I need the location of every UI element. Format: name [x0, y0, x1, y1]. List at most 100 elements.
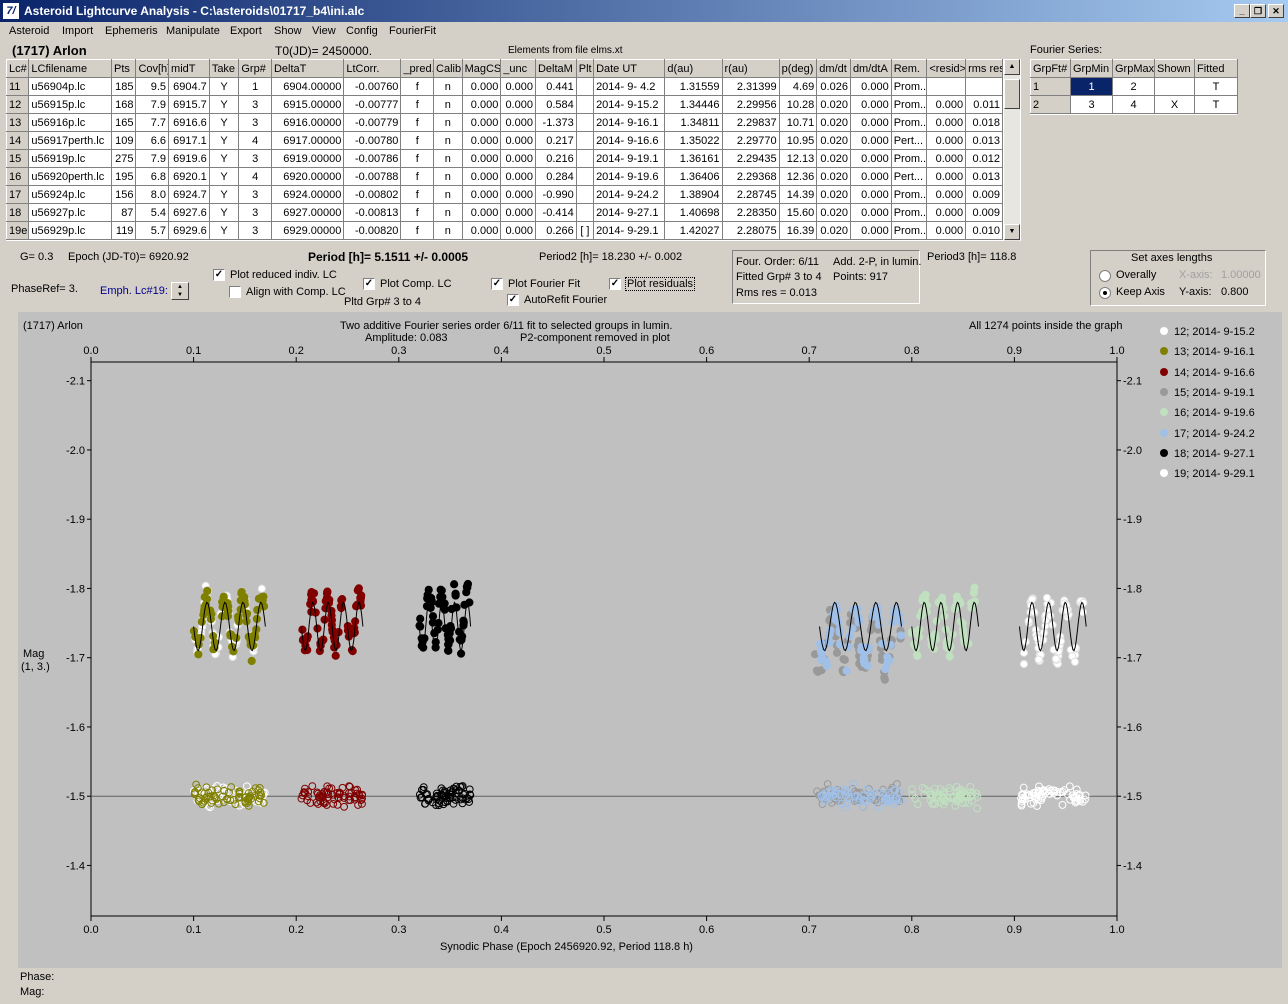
table-cell[interactable]: 0.000 [500, 185, 536, 204]
table-cell[interactable]: 0.026 [816, 77, 851, 96]
menu-show[interactable]: Show [274, 25, 302, 37]
table-cell[interactable]: 0.018 [965, 113, 1003, 132]
table-cell[interactable]: 6916.00000 [270, 113, 345, 132]
menu-import[interactable]: Import [62, 25, 93, 37]
table-cell[interactable]: 0.000 [849, 113, 892, 132]
table-cell[interactable]: -0.00777 [343, 95, 402, 114]
table-cell[interactable]: 10.71 [778, 113, 818, 132]
table-cell[interactable]: 1 [238, 77, 272, 96]
table-cell[interactable]: 0.000 [926, 203, 967, 222]
autorefit-checkbox[interactable]: ✓ [507, 294, 519, 306]
fourier-cell[interactable]: T [1194, 77, 1238, 96]
table-cell[interactable]: 165 [110, 113, 137, 132]
menu-fourierfit[interactable]: FourierFit [389, 25, 436, 37]
table-cell[interactable]: 0.020 [816, 167, 851, 186]
table-cell[interactable]: f [400, 95, 435, 114]
table-cell[interactable]: 168 [110, 95, 137, 114]
table-cell[interactable]: 2014- 9-24.2 [593, 185, 666, 204]
table-cell[interactable]: f [400, 149, 435, 168]
table-cell[interactable]: 1.31559 [664, 77, 723, 96]
lc-col-header[interactable]: <resid> [926, 59, 967, 78]
table-cell[interactable]: 4 [238, 131, 272, 150]
table-cell[interactable]: 0.000 [461, 185, 502, 204]
table-cell[interactable]: 3 [238, 221, 272, 240]
table-cell[interactable]: 185 [110, 77, 137, 96]
restore-button[interactable]: ❐ [1250, 4, 1266, 18]
plot-reduced-checkbox[interactable]: ✓ [213, 269, 225, 281]
table-cell[interactable]: 0.000 [461, 149, 502, 168]
table-cell[interactable]: 0.000 [500, 131, 536, 150]
table-cell[interactable]: 0.000 [461, 203, 502, 222]
table-cell[interactable]: u56927p.lc [28, 203, 112, 222]
table-cell[interactable]: n [433, 221, 463, 240]
table-cell[interactable] [926, 77, 967, 96]
table-cell[interactable]: 2.29368 [721, 167, 780, 186]
table-cell[interactable]: u56916p.lc [28, 113, 112, 132]
table-cell[interactable]: 16.39 [778, 221, 818, 240]
table-row[interactable]: 12 u56915p.lc 168 7.9 6915.7 Y 3 6915.00000 -0.0… [6, 95, 1003, 114]
menu-ephemeris[interactable]: Ephemeris [105, 25, 158, 37]
table-cell[interactable] [575, 203, 595, 222]
table-cell[interactable]: 19e [6, 221, 30, 240]
table-cell[interactable]: 2.31399 [721, 77, 780, 96]
table-cell[interactable]: 0.000 [500, 149, 536, 168]
table-cell[interactable]: [ ] [575, 221, 595, 240]
table-cell[interactable]: Prom... [890, 77, 928, 96]
lc-col-header[interactable]: Calib. [433, 59, 463, 78]
lc-col-header[interactable]: LCfilename [28, 59, 112, 78]
table-cell[interactable]: 6917.00000 [270, 131, 345, 150]
lc-col-header[interactable]: DeltaT [270, 59, 345, 78]
lc-col-header[interactable]: midT [168, 59, 210, 78]
table-cell[interactable]: 6924.00000 [270, 185, 345, 204]
fourier-cell[interactable]: 2 [1112, 77, 1155, 96]
table-cell[interactable]: f [400, 113, 435, 132]
keep-axis-radio[interactable] [1099, 287, 1111, 299]
table-cell[interactable]: 0.000 [849, 203, 892, 222]
table-cell[interactable]: f [400, 167, 435, 186]
table-cell[interactable]: 0.000 [500, 221, 536, 240]
table-cell[interactable]: -0.00760 [343, 77, 402, 96]
table-cell[interactable]: u56904p.lc [28, 77, 112, 96]
table-cell[interactable]: 0.009 [965, 203, 1003, 222]
plot-fourier-checkbox[interactable]: ✓ [491, 278, 503, 290]
xaxis-value[interactable]: 1.00000 [1221, 269, 1261, 281]
table-cell[interactable]: Y [208, 149, 240, 168]
table-row[interactable]: 18 u56927p.lc 87 5.4 6927.6 Y 3 6927.00000 -0.00… [6, 203, 1003, 222]
table-cell[interactable]: 8.0 [135, 185, 170, 204]
table-cell[interactable]: 10.28 [778, 95, 818, 114]
table-cell[interactable]: 14 [6, 131, 30, 150]
table-cell[interactable]: 7.9 [135, 149, 170, 168]
fourier-cell[interactable]: 1 [1070, 77, 1113, 96]
table-cell[interactable]: Y [208, 167, 240, 186]
lc-col-header[interactable]: Take [208, 59, 240, 78]
table-cell[interactable]: Y [208, 95, 240, 114]
table-cell[interactable]: 87 [110, 203, 137, 222]
table-cell[interactable]: 6.6 [135, 131, 170, 150]
table-cell[interactable]: f [400, 185, 435, 204]
table-cell[interactable]: 12.36 [778, 167, 818, 186]
table-cell[interactable]: Y [208, 113, 240, 132]
scroll-up-arrow-icon[interactable]: ▲ [1004, 59, 1020, 75]
table-cell[interactable]: 4 [238, 167, 272, 186]
table-cell[interactable]: f [400, 131, 435, 150]
table-cell[interactable]: 3 [238, 95, 272, 114]
table-cell[interactable]: -0.00779 [343, 113, 402, 132]
table-cell[interactable]: 0.000 [461, 221, 502, 240]
table-cell[interactable]: Prom... [890, 221, 928, 240]
table-cell[interactable]: 2014- 9-15.2 [593, 95, 666, 114]
lc-col-header[interactable]: _pred. [400, 59, 435, 78]
table-cell[interactable]: 6929.00000 [270, 221, 345, 240]
table-cell[interactable]: 12 [6, 95, 30, 114]
table-cell[interactable]: n [433, 167, 463, 186]
table-cell[interactable]: 6927.6 [168, 203, 210, 222]
table-cell[interactable]: 7.9 [135, 95, 170, 114]
table-cell[interactable]: 2014- 9-19.6 [593, 167, 666, 186]
table-cell[interactable]: 0.217 [534, 131, 577, 150]
table-cell[interactable]: Y [208, 131, 240, 150]
table-cell[interactable]: 6920.00000 [270, 167, 345, 186]
table-cell[interactable]: 6916.6 [168, 113, 210, 132]
table-cell[interactable]: -0.00788 [343, 167, 402, 186]
table-cell[interactable]: 6.8 [135, 167, 170, 186]
table-cell[interactable]: n [433, 131, 463, 150]
table-cell[interactable]: 0.000 [926, 221, 967, 240]
